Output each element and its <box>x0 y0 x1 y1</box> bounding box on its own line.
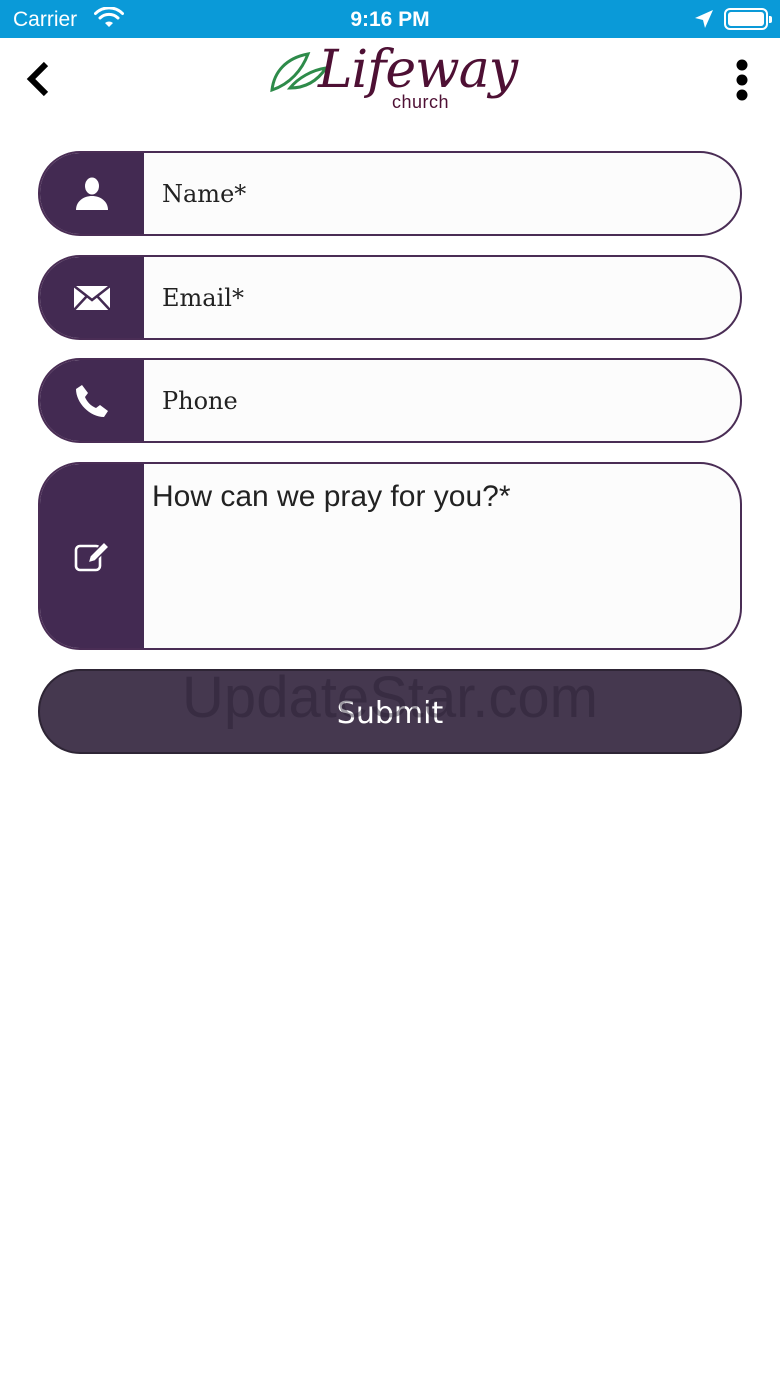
phone-icon-cell <box>40 360 144 441</box>
battery-icon <box>724 8 772 30</box>
phone-icon <box>76 384 108 417</box>
logo-wordmark: Lifeway <box>318 40 518 100</box>
message-icon-cell <box>40 464 144 648</box>
more-vertical-icon <box>736 59 748 101</box>
user-icon <box>76 177 108 210</box>
name-field-group <box>38 151 742 236</box>
phone-input[interactable] <box>144 360 740 441</box>
more-options-button[interactable] <box>722 56 762 104</box>
edit-icon <box>74 540 110 572</box>
name-input[interactable] <box>144 153 740 234</box>
status-bar: Carrier 9:16 PM <box>0 0 780 38</box>
logo-subtitle: church <box>392 92 450 112</box>
prayer-request-input[interactable] <box>144 464 740 648</box>
envelope-icon <box>73 284 111 311</box>
email-input[interactable] <box>144 257 740 338</box>
church-logo: Lifeway church <box>264 40 518 126</box>
name-icon-cell <box>40 153 144 234</box>
prayer-field-group <box>38 462 742 650</box>
chevron-left-icon <box>26 61 49 97</box>
submit-button[interactable]: Submit <box>38 669 742 754</box>
email-icon-cell <box>40 257 144 338</box>
back-button[interactable] <box>18 56 58 102</box>
status-time: 9:16 PM <box>350 8 430 31</box>
nav-bar: Lifeway church <box>0 38 780 130</box>
location-icon <box>694 9 714 35</box>
phone-field-group <box>38 358 742 443</box>
email-field-group <box>38 255 742 340</box>
